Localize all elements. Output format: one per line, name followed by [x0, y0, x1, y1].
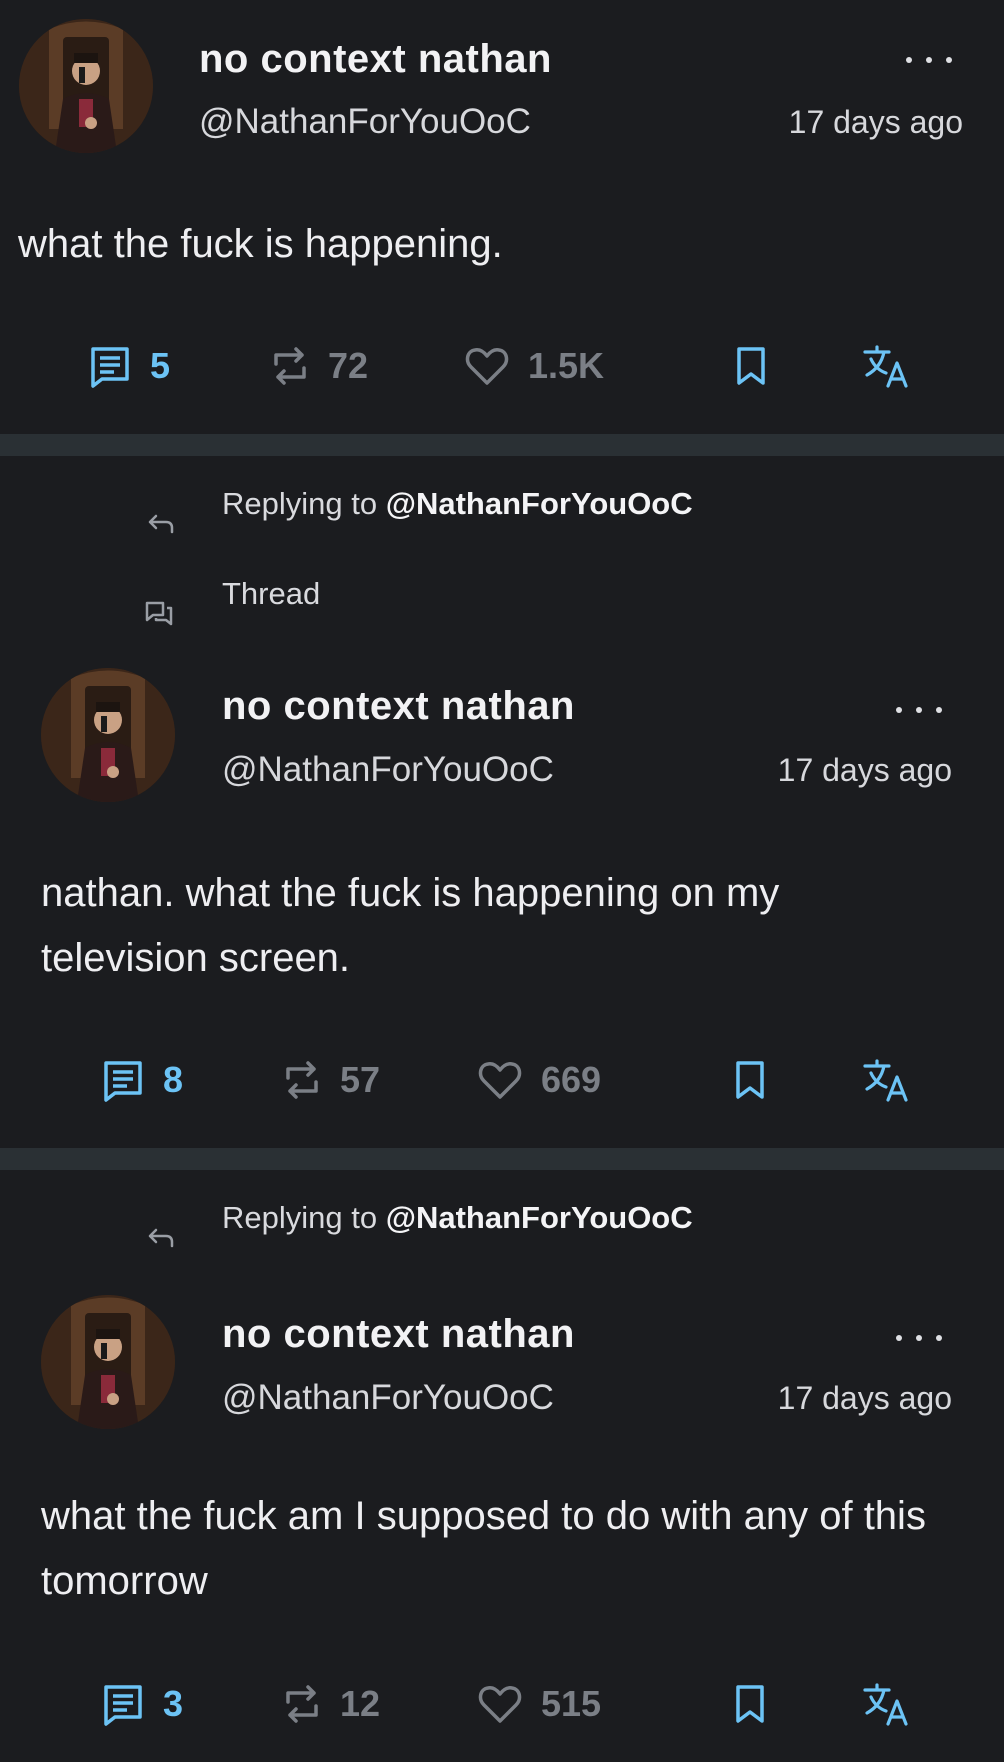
- replying-to-label: Replying to @NathanForYouOoC: [222, 1200, 693, 1236]
- bookmark-icon: [737, 347, 765, 385]
- bookmark-button[interactable]: [734, 336, 768, 396]
- avatar-image: [41, 1295, 175, 1429]
- author-name[interactable]: no context nathan: [222, 684, 575, 729]
- reply-arrow-icon: [148, 514, 174, 534]
- bookmark-button[interactable]: [733, 1050, 767, 1110]
- speech-bubble-icon: [104, 1685, 142, 1726]
- reply-arrow-icon: [148, 1228, 174, 1248]
- tweet-text: what the fuck is happening.: [18, 222, 503, 266]
- translate-button[interactable]: [862, 1674, 910, 1734]
- author-handle[interactable]: @NathanForYouOoC: [222, 1378, 554, 1418]
- avatar-image: [41, 668, 175, 802]
- timestamp: 17 days ago: [777, 752, 952, 788]
- translate-icon: [863, 345, 908, 388]
- thread-icon: [145, 601, 173, 626]
- like-count: 1.5K: [528, 345, 605, 386]
- author-name[interactable]: no context nathan: [199, 37, 552, 82]
- retweet-button[interactable]: 72: [270, 336, 368, 396]
- thread-label: Thread: [222, 576, 321, 611]
- reply-count: 5: [150, 345, 171, 386]
- replying-to-prefix: Replying to: [222, 486, 378, 521]
- heart-icon: [478, 1062, 522, 1099]
- author-name[interactable]: no context nathan: [222, 1312, 575, 1357]
- retweet-count: 57: [340, 1059, 381, 1100]
- retweet-icon: [274, 347, 306, 385]
- more-dots-icon[interactable]: [896, 1332, 946, 1344]
- reply-count: 3: [163, 1683, 184, 1724]
- bookmark-button[interactable]: [733, 1674, 767, 1734]
- tweet-1[interactable]: no context nathan @NathanForYouOoC 17 da…: [0, 0, 1004, 434]
- avatar[interactable]: [19, 19, 153, 153]
- author-handle[interactable]: @NathanForYouOoC: [199, 102, 531, 142]
- speech-bubble-icon: [91, 347, 129, 388]
- timestamp: 17 days ago: [777, 1380, 952, 1416]
- heart-icon: [465, 348, 509, 385]
- replying-to-handle[interactable]: @NathanForYouOoC: [386, 486, 693, 521]
- like-button[interactable]: 669: [477, 1050, 601, 1110]
- bookmark-icon: [736, 1685, 764, 1723]
- retweet-count: 12: [340, 1683, 381, 1724]
- heart-icon: [478, 1686, 522, 1723]
- author-handle[interactable]: @NathanForYouOoC: [222, 750, 554, 790]
- tweet-2[interactable]: Replying to @NathanForYouOoC Thread no c…: [0, 456, 1004, 1148]
- retweet-icon: [286, 1061, 318, 1099]
- replying-to-label: Replying to @NathanForYouOoC: [222, 486, 693, 522]
- retweet-button[interactable]: 12: [282, 1674, 380, 1734]
- avatar[interactable]: [41, 1295, 175, 1429]
- reply-button[interactable]: 5: [88, 336, 170, 396]
- tweet-text: nathan. what the fuck is happening on my…: [41, 871, 780, 980]
- translate-icon: [863, 1683, 908, 1726]
- like-count: 669: [541, 1059, 602, 1100]
- like-count: 515: [541, 1683, 602, 1724]
- more-dots-icon[interactable]: [906, 54, 956, 66]
- avatar-image: [19, 19, 153, 153]
- action-bar: 8 57 669: [0, 1050, 1004, 1110]
- translate-button[interactable]: [862, 336, 910, 396]
- speech-bubble-icon: [104, 1061, 142, 1102]
- like-button[interactable]: 1.5K: [464, 336, 604, 396]
- avatar[interactable]: [41, 668, 175, 802]
- retweet-count: 72: [328, 345, 369, 386]
- tweet-3[interactable]: Replying to @NathanForYouOoC no context …: [0, 1170, 1004, 1762]
- replying-to-handle[interactable]: @NathanForYouOoC: [386, 1200, 693, 1235]
- more-dots-icon[interactable]: [896, 704, 946, 716]
- like-button[interactable]: 515: [477, 1674, 601, 1734]
- tweet-divider: [0, 434, 1004, 456]
- bookmark-icon: [736, 1061, 764, 1099]
- translate-button[interactable]: [862, 1050, 910, 1110]
- reply-count: 8: [163, 1059, 184, 1100]
- reply-button[interactable]: 3: [101, 1674, 183, 1734]
- action-bar: 3 12 515: [0, 1674, 1004, 1734]
- translate-icon: [863, 1059, 908, 1102]
- replying-to-prefix: Replying to: [222, 1200, 378, 1235]
- timestamp: 17 days ago: [788, 104, 963, 140]
- tweet-divider: [0, 1148, 1004, 1170]
- action-bar: 5 72 1.5K: [0, 336, 1004, 396]
- tweet-text: what the fuck am I supposed to do with a…: [41, 1494, 926, 1603]
- retweet-icon: [286, 1685, 318, 1723]
- retweet-button[interactable]: 57: [282, 1050, 380, 1110]
- reply-button[interactable]: 8: [101, 1050, 183, 1110]
